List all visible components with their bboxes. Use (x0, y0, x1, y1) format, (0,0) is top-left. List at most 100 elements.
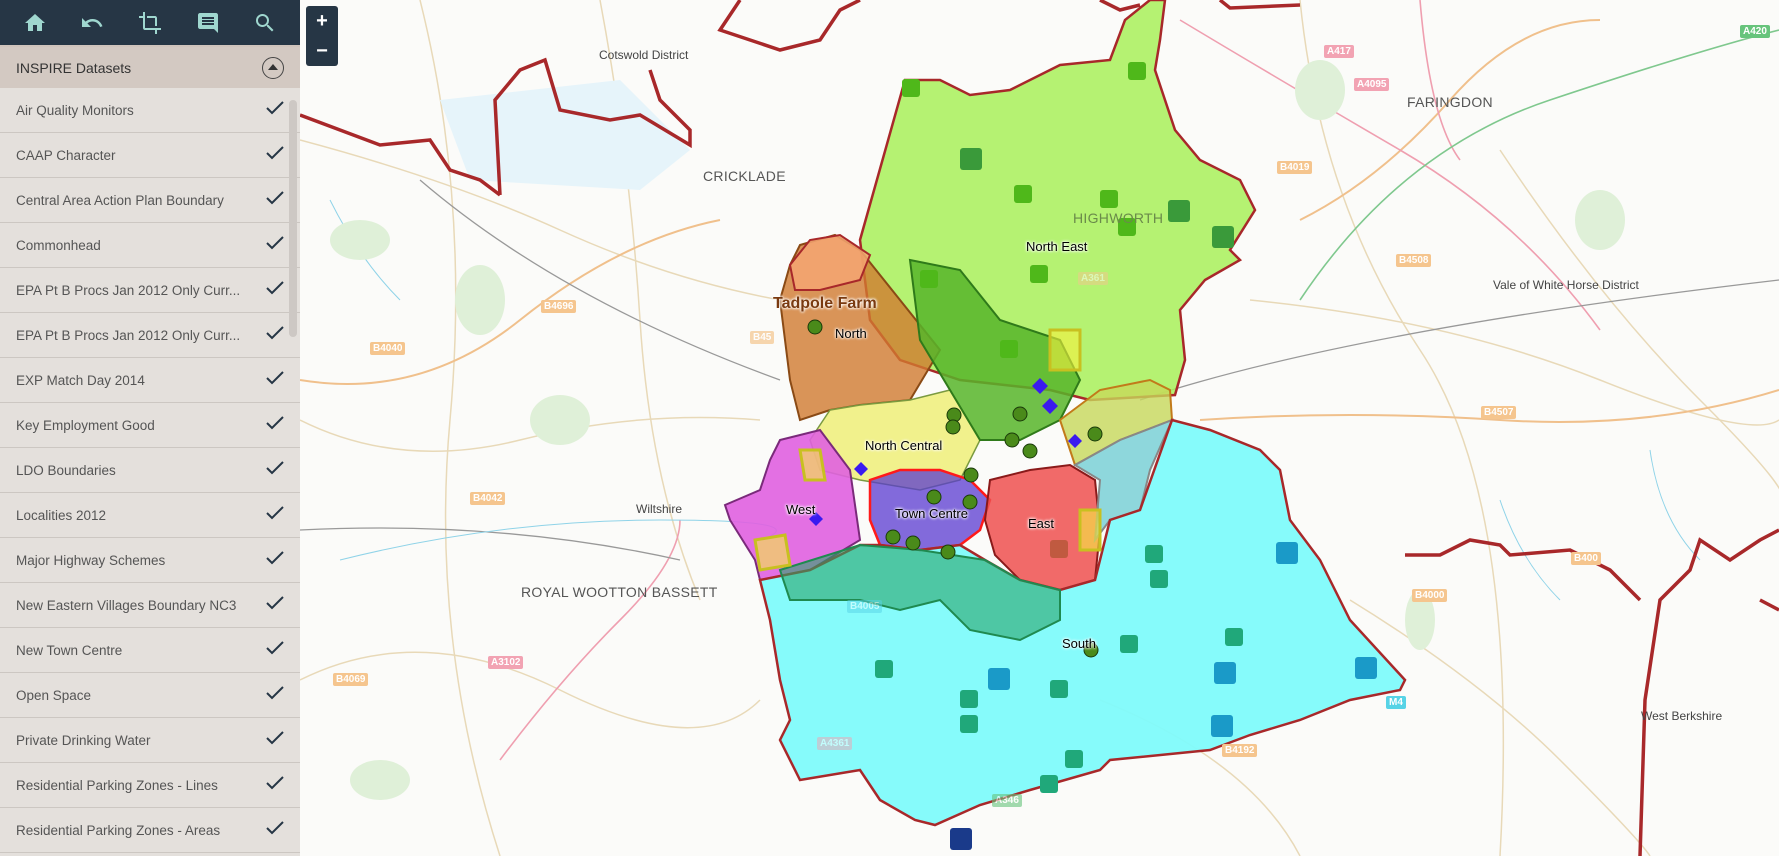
layer-label: Localities 2012 (16, 507, 107, 523)
layer-item[interactable]: CAAP Character (0, 133, 300, 178)
checkmark-icon[interactable] (266, 235, 284, 255)
layer-label: Residential Parking Zones - Areas (16, 822, 221, 838)
place-label-wiltshire: Wiltshire (636, 502, 683, 516)
layer-item[interactable]: EPA Pt B Procs Jan 2012 Only Curr... (0, 268, 300, 313)
area-label-tadpole-farm: Tadpole Farm (773, 295, 877, 312)
chevron-up-icon (268, 64, 278, 70)
checkmark-icon[interactable] (266, 325, 284, 345)
area-label-south: South (1062, 636, 1096, 651)
layer-item[interactable]: Residential Parking Zones - Lines (0, 763, 300, 808)
layer-label: Central Area Action Plan Boundary (16, 192, 224, 208)
checkmark-icon[interactable] (266, 775, 284, 795)
place-label-wootton-bassett: ROYAL WOOTTON BASSETT (521, 584, 718, 600)
checkmark-icon[interactable] (266, 370, 284, 390)
collapse-button[interactable] (262, 56, 284, 79)
layer-item[interactable]: Localities 2012 (0, 493, 300, 538)
zoom-in-button[interactable]: + (306, 6, 338, 36)
layer-list: Air Quality Monitors CAAP Character Centra… (0, 88, 300, 856)
undo-button[interactable] (74, 5, 110, 41)
checkmark-icon[interactable] (266, 595, 284, 615)
map-canvas (300, 0, 1779, 856)
road-label-a420: A420 (1740, 25, 1770, 38)
area-label-north-east: North East (1026, 239, 1088, 254)
search-button[interactable] (247, 5, 283, 41)
panel-header: INSPIRE Datasets (0, 45, 300, 88)
layer-label: EPA Pt B Procs Jan 2012 Only Curr... (16, 282, 241, 298)
road-label-b4042: B4042 (470, 492, 506, 505)
checkmark-icon[interactable] (266, 415, 284, 435)
road-label-b4005: B4005 (847, 600, 883, 613)
area-label-town-centre: Town Centre (895, 506, 968, 521)
road-label-a4361: A4361 (817, 737, 853, 750)
road-label-b45: B45 (750, 331, 775, 344)
crop-button[interactable] (132, 5, 168, 41)
road-label-a346: A346 (992, 794, 1022, 807)
layer-item[interactable]: LDO Boundaries (0, 448, 300, 493)
layer-item[interactable]: Open Space (0, 673, 300, 718)
area-label-east: East (1028, 516, 1055, 531)
layer-list-scrollbar[interactable] (289, 100, 297, 337)
checkmark-icon[interactable] (266, 145, 284, 165)
layer-label: Air Quality Monitors (16, 102, 134, 118)
home-button[interactable] (17, 5, 53, 41)
area-label-north: North (835, 326, 867, 341)
layer-label: CAAP Character (16, 147, 116, 163)
search-icon (256, 13, 274, 31)
layer-item[interactable]: Commonhead (0, 223, 300, 268)
layer-label: New Town Centre (16, 642, 123, 658)
sidebar: INSPIRE Datasets Air Quality Monitors CAA… (0, 0, 300, 856)
checkmark-icon[interactable] (266, 550, 284, 570)
checkmark-icon[interactable] (266, 640, 284, 660)
layer-item[interactable]: Key Employment Good (0, 403, 300, 448)
area-label-west: West (786, 502, 816, 517)
road-label-b4069: B4069 (333, 673, 369, 686)
checkmark-icon[interactable] (266, 685, 284, 705)
road-label-b4040: B4040 (370, 342, 406, 355)
layer-item[interactable]: EXP Match Day 2014 (0, 358, 300, 403)
water-parks (440, 80, 690, 190)
layer-item[interactable]: Air Quality Monitors (0, 88, 300, 133)
zoom-out-button[interactable]: − (306, 36, 338, 66)
place-label-west-berkshire: West Berkshire (1641, 709, 1723, 723)
checkmark-icon[interactable] (266, 730, 284, 750)
app: INSPIRE Datasets Air Quality Monitors CAA… (0, 0, 1779, 856)
comment-button[interactable] (190, 5, 226, 41)
layer-item[interactable]: New Town Centre (0, 628, 300, 673)
green-roads (1299, 29, 1779, 301)
layer-label: Major Highway Schemes (16, 552, 166, 568)
layer-item[interactable]: Private Drinking Water (0, 718, 300, 763)
map[interactable]: Cotswold District CRICKLADE FARINGDON Va… (300, 0, 1779, 856)
checkmark-icon[interactable] (266, 190, 284, 210)
road-label-b4000-east: B400 (1571, 552, 1601, 565)
toolbar (0, 0, 300, 45)
road-label-m4: M4 (1386, 696, 1406, 709)
layer-label: New Eastern Villages Boundary NC3 (16, 597, 237, 613)
checkmark-icon[interactable] (266, 820, 284, 840)
road-label-b4192: B4192 (1222, 744, 1258, 757)
layer-item[interactable]: Central Area Action Plan Boundary (0, 178, 300, 223)
layer-item[interactable]: EPA Pt B Procs Jan 2012 Only Curr... (0, 313, 300, 358)
road-label-a3102: A3102 (488, 656, 524, 669)
checkmark-icon[interactable] (266, 460, 284, 480)
place-label-faringdon: FARINGDON (1407, 94, 1493, 110)
layer-label: Open Space (16, 687, 92, 703)
checkmark-icon[interactable] (266, 280, 284, 300)
zoom-control: + − (306, 6, 338, 66)
layer-item[interactable]: Major Highway Schemes (0, 538, 300, 583)
checkmark-icon[interactable] (266, 100, 284, 120)
layer-label: Key Employment Good (16, 417, 155, 433)
comment-icon (197, 12, 218, 33)
crop-icon (138, 11, 161, 34)
road-label-b4507: B4507 (1481, 406, 1517, 419)
road-label-a4095: A4095 (1354, 78, 1390, 91)
road-label-a361: A361 (1078, 272, 1108, 285)
layer-item[interactable]: Residential Parking Zones - Areas (0, 808, 300, 853)
area-label-north-central: North Central (865, 438, 943, 453)
road-label-b4508: B4508 (1396, 254, 1432, 267)
road-label-a417: A417 (1324, 45, 1354, 58)
road-label-b4000: B4000 (1412, 589, 1448, 602)
layer-item[interactable]: New Eastern Villages Boundary NC3 (0, 583, 300, 628)
checkmark-icon[interactable] (266, 505, 284, 525)
place-label-vale: Vale of White Horse District (1493, 278, 1639, 292)
layer-label: EPA Pt B Procs Jan 2012 Only Curr... (16, 327, 241, 343)
